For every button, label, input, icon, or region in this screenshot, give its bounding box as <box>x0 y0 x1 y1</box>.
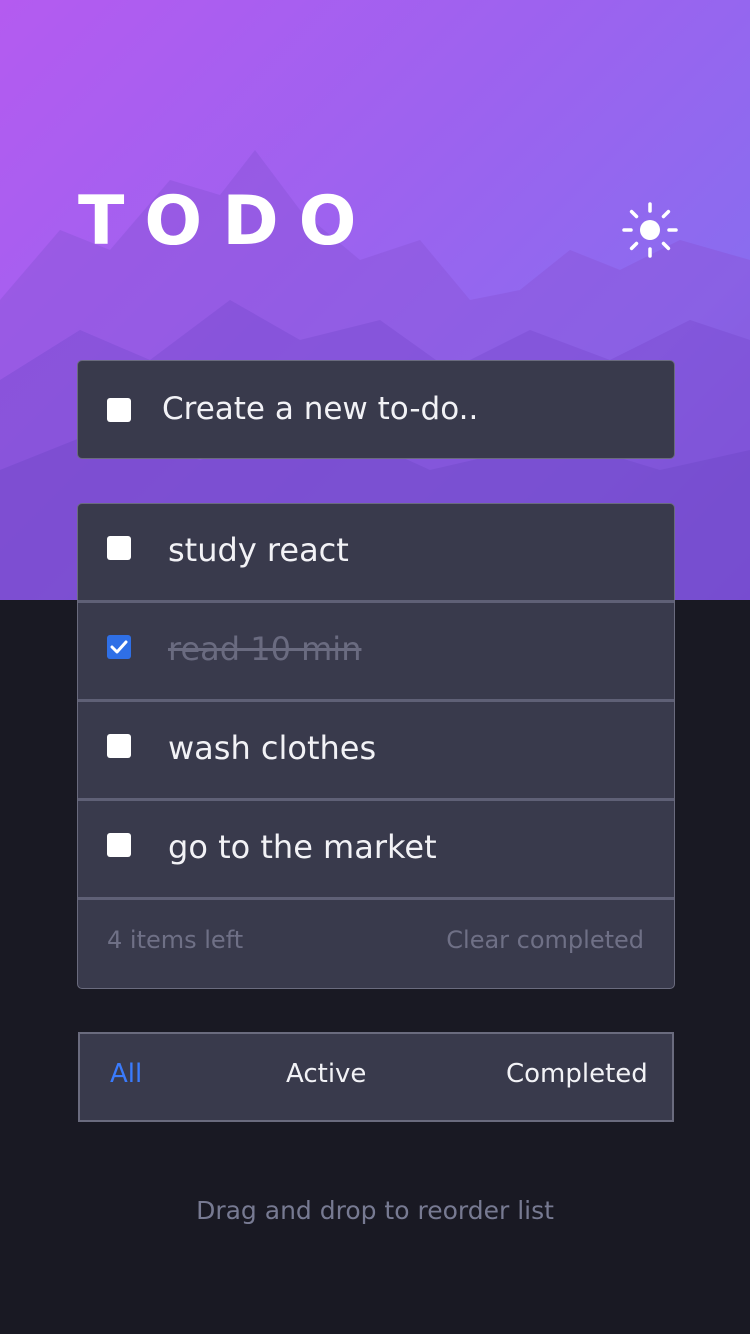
list-footer: 4 items left Clear completed <box>78 900 674 985</box>
theme-toggle-button[interactable] <box>620 200 680 260</box>
todo-item[interactable]: read 10 min <box>78 603 674 702</box>
filter-all-button[interactable]: All <box>110 1059 142 1089</box>
todo-text: wash clothes <box>168 729 377 767</box>
new-todo-card <box>77 360 675 459</box>
todo-item[interactable]: wash clothes <box>78 702 674 801</box>
todo-item[interactable]: go to the market <box>78 801 674 900</box>
sun-icon <box>622 202 678 258</box>
items-left-count: 4 items left <box>107 926 244 954</box>
filter-bar: All Active Completed <box>78 1032 674 1122</box>
checkmark-icon <box>110 640 128 654</box>
reorder-hint: Drag and drop to reorder list <box>196 1196 554 1225</box>
todo-text: go to the market <box>168 828 437 866</box>
new-todo-checkbox[interactable] <box>107 398 131 422</box>
todo-checkbox[interactable] <box>107 833 131 857</box>
todo-list: study react read 10 min wash clothes go … <box>77 503 675 989</box>
todo-item[interactable]: study react <box>78 504 674 603</box>
todo-text: read 10 min <box>168 630 362 668</box>
new-todo-input[interactable] <box>160 383 644 435</box>
todo-checkbox[interactable] <box>107 734 131 758</box>
page-title: TODO <box>78 182 377 261</box>
clear-completed-button[interactable]: Clear completed <box>446 926 644 954</box>
todo-checkbox[interactable] <box>107 635 131 659</box>
todo-text: study react <box>168 531 349 569</box>
todo-checkbox[interactable] <box>107 536 131 560</box>
filter-active-button[interactable]: Active <box>286 1059 366 1089</box>
filter-completed-button[interactable]: Completed <box>506 1059 648 1089</box>
